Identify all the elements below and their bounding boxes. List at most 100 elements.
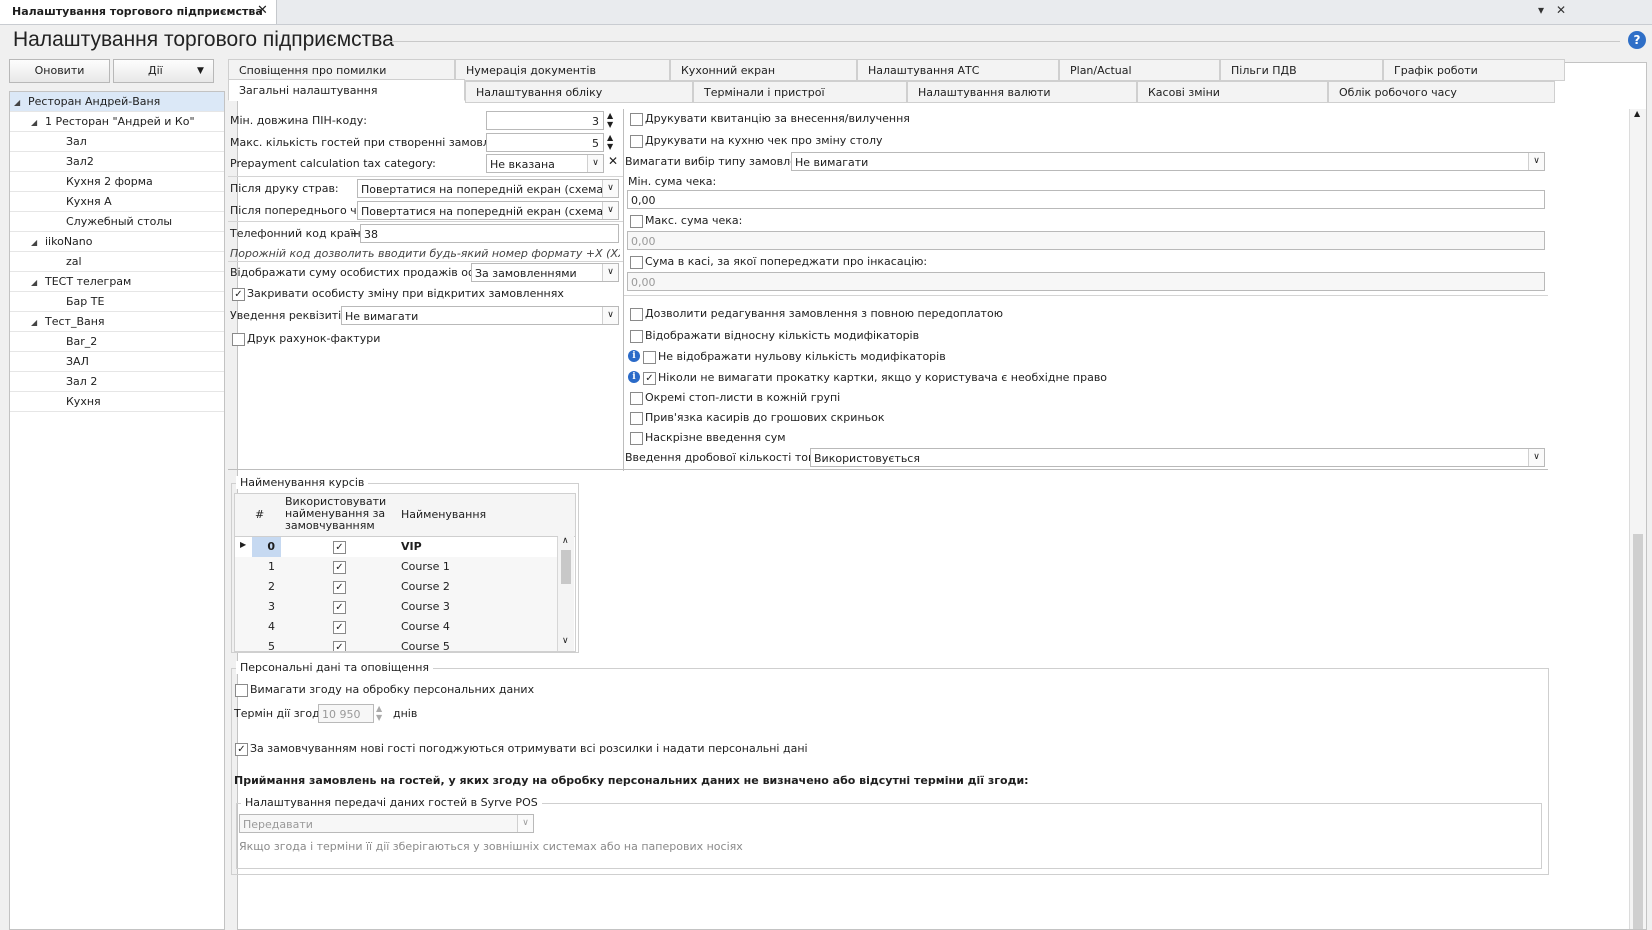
table-row[interactable]: 2 ✓ Course 2 bbox=[235, 577, 557, 598]
use-default-checkbox[interactable]: ✓ bbox=[333, 561, 346, 574]
tab-row2-item[interactable]: Загальні налаштування bbox=[228, 79, 465, 101]
card-checkbox[interactable]: ✓ bbox=[643, 372, 656, 385]
after-precheck-select[interactable]: Повертатися на попередній екран (схема з… bbox=[357, 201, 619, 220]
scroll-up-icon[interactable]: ▲ bbox=[1634, 109, 1640, 118]
tree-expander-icon[interactable]: ◢ bbox=[31, 313, 43, 332]
tree-item[interactable]: ◢ iikoNano bbox=[10, 232, 224, 252]
term-spinner-icon[interactable]: ▲ ▼ bbox=[376, 704, 382, 722]
tree-expander-icon[interactable]: ◢ bbox=[14, 93, 26, 112]
fraction-select[interactable]: Використовується ∨ bbox=[810, 448, 1545, 467]
use-default-checkbox[interactable]: ✓ bbox=[333, 601, 346, 614]
tree-item[interactable]: Кухня 2 форма bbox=[10, 172, 224, 192]
tab-row2-item[interactable]: Налаштування валюти bbox=[907, 81, 1137, 103]
tree-item[interactable]: Зал2 bbox=[10, 152, 224, 172]
use-default-checkbox[interactable]: ✓ bbox=[333, 581, 346, 594]
tree-item[interactable]: Кухня А bbox=[10, 192, 224, 212]
tree-item[interactable]: Зал bbox=[10, 132, 224, 152]
scroll-down-icon[interactable]: ∨ bbox=[562, 636, 569, 646]
phone-code-input[interactable]: 38 bbox=[360, 224, 619, 243]
tree-expander-icon[interactable]: ◢ bbox=[31, 113, 43, 132]
clear-icon[interactable]: ✕ bbox=[608, 154, 618, 168]
close-shift-checkbox[interactable]: ✓ bbox=[232, 288, 245, 301]
tab-row2-item[interactable]: Облік робочого часу bbox=[1328, 81, 1555, 103]
edit-prepaid-checkbox[interactable] bbox=[630, 308, 643, 321]
course-name[interactable]: Course 2 bbox=[401, 577, 450, 597]
grid-header-num[interactable]: # bbox=[255, 508, 264, 521]
tree-item[interactable]: Бар ТЕ bbox=[10, 292, 224, 312]
tab-row1-item[interactable]: Налаштування АТС bbox=[857, 59, 1059, 81]
tree-item[interactable]: ◢ ТЕСТ телеграм bbox=[10, 272, 224, 292]
tree-item[interactable]: ◢ 1 Ресторан "Андрей и Ко" bbox=[10, 112, 224, 132]
max-sum-input[interactable]: 0,00 bbox=[627, 231, 1545, 250]
personal-sales-select[interactable]: За замовленнями ∨ bbox=[471, 263, 619, 282]
tree-item[interactable]: Кухня bbox=[10, 392, 224, 412]
prepay-select[interactable]: Не вказана ∨ bbox=[486, 154, 604, 173]
grid-header-use-default[interactable]: Використовувати найменування за замовчув… bbox=[285, 496, 397, 532]
tree-item[interactable]: Служебный столы bbox=[10, 212, 224, 232]
tree-item[interactable]: Зал 2 bbox=[10, 372, 224, 392]
course-name[interactable]: VIP bbox=[401, 537, 422, 557]
tab-row1-item[interactable]: Графік роботи bbox=[1383, 59, 1565, 81]
tab-row1-item[interactable]: Plan/Actual bbox=[1059, 59, 1220, 81]
tree-item[interactable]: ◢ Ресторан Андрей-Ваня bbox=[10, 92, 224, 112]
cash-warning-input[interactable]: 0,00 bbox=[627, 272, 1545, 291]
after-print-select[interactable]: Повертатися на попередній екран (схема з… bbox=[357, 179, 619, 198]
use-default-checkbox[interactable]: ✓ bbox=[333, 541, 346, 554]
grid-scrollbar[interactable]: ∧ ∨ bbox=[558, 536, 574, 651]
grid-scrollbar-thumb[interactable] bbox=[561, 550, 571, 584]
max-sum-checkbox[interactable] bbox=[630, 215, 643, 228]
vertical-scrollbar[interactable]: ▲ bbox=[1629, 109, 1646, 929]
course-name[interactable]: Course 4 bbox=[401, 617, 450, 637]
transfer-select[interactable]: Передавати ∨ bbox=[239, 814, 534, 833]
requisites-select[interactable]: Не вимагати ∨ bbox=[341, 306, 619, 325]
tab-row1-item[interactable]: Сповіщення про помилки bbox=[228, 59, 455, 81]
print-receipt-checkbox[interactable] bbox=[630, 113, 643, 126]
tree-item[interactable]: zal bbox=[10, 252, 224, 272]
cashiers-checkbox[interactable] bbox=[630, 412, 643, 425]
grid-header-name[interactable]: Найменування bbox=[401, 508, 486, 521]
use-default-checkbox[interactable]: ✓ bbox=[333, 641, 346, 651]
table-row[interactable]: 1 ✓ Course 1 bbox=[235, 557, 557, 578]
zero-mod-checkbox[interactable] bbox=[643, 351, 656, 364]
tab-row1-item[interactable]: Кухонний екран bbox=[670, 59, 857, 81]
course-name[interactable]: Course 5 bbox=[401, 637, 450, 651]
close-icon[interactable]: ✕ bbox=[257, 3, 268, 18]
tree-item[interactable]: Bar_2 bbox=[10, 332, 224, 352]
course-name[interactable]: Course 1 bbox=[401, 557, 450, 577]
guests-input[interactable]: 5 bbox=[486, 133, 604, 152]
table-row[interactable]: 4 ✓ Course 4 bbox=[235, 617, 557, 638]
dropdown-arrow-icon[interactable]: ▾ bbox=[1538, 3, 1544, 17]
scroll-up-icon[interactable]: ∧ bbox=[562, 536, 569, 546]
term-input[interactable]: 10 950 bbox=[318, 704, 374, 723]
consent-checkbox[interactable] bbox=[235, 684, 248, 697]
pin-input[interactable]: 3 bbox=[486, 111, 604, 130]
course-name[interactable]: Course 3 bbox=[401, 597, 450, 617]
cash-warning-checkbox[interactable] bbox=[630, 256, 643, 269]
info-icon[interactable]: i bbox=[628, 371, 640, 383]
tab-row1-item[interactable]: Пільги ПДВ bbox=[1220, 59, 1383, 81]
tree-item[interactable]: ◢ Тест_Ваня bbox=[10, 312, 224, 332]
info-icon[interactable]: i bbox=[628, 350, 640, 362]
refresh-button[interactable]: Оновити bbox=[9, 59, 110, 83]
guests-spinner-icon[interactable]: ▲ ▼ bbox=[607, 133, 613, 151]
table-row[interactable]: ▶ 0 ✓ VIP bbox=[235, 537, 557, 558]
stoplists-checkbox[interactable] bbox=[630, 392, 643, 405]
pin-spinner-icon[interactable]: ▲ ▼ bbox=[607, 111, 613, 129]
through-sum-checkbox[interactable] bbox=[630, 432, 643, 445]
tab-row2-item[interactable]: Термінали і пристрої bbox=[693, 81, 907, 103]
tree-expander-icon[interactable]: ◢ bbox=[31, 273, 43, 292]
order-type-select[interactable]: Не вимагати ∨ bbox=[791, 152, 1545, 171]
table-row[interactable]: 3 ✓ Course 3 bbox=[235, 597, 557, 618]
min-sum-input[interactable]: 0,00 bbox=[627, 190, 1545, 209]
document-tab[interactable]: Налаштування торгового підприємства ✕ bbox=[0, 0, 277, 24]
tree-expander-icon[interactable]: ◢ bbox=[31, 233, 43, 252]
table-row[interactable]: 5 ✓ Course 5 bbox=[235, 637, 557, 651]
close-window-icon[interactable]: ✕ bbox=[1556, 3, 1566, 17]
use-default-checkbox[interactable]: ✓ bbox=[333, 621, 346, 634]
actions-button[interactable]: Дії ▼ bbox=[113, 59, 214, 83]
default-consent-checkbox[interactable]: ✓ bbox=[235, 743, 248, 756]
help-icon[interactable]: ? bbox=[1628, 31, 1646, 49]
scrollbar-thumb[interactable] bbox=[1633, 534, 1643, 929]
tree-item[interactable]: ЗАЛ bbox=[10, 352, 224, 372]
relative-mod-checkbox[interactable] bbox=[630, 330, 643, 343]
